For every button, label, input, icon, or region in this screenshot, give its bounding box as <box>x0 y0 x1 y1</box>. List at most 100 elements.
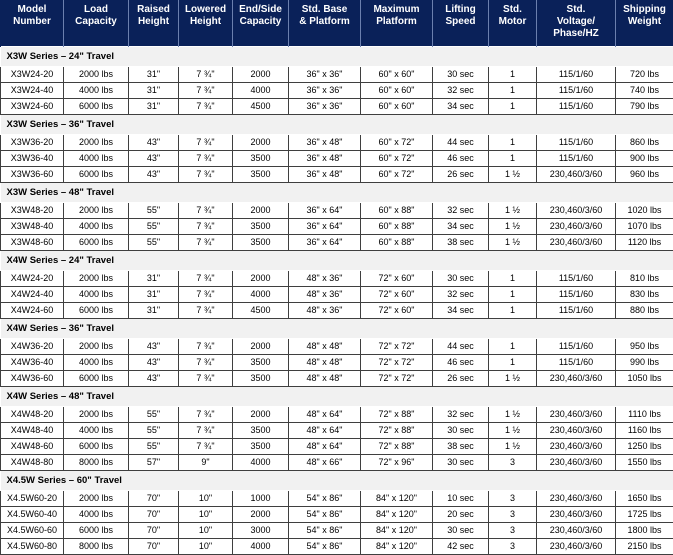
cell-load: 2000 lbs <box>64 203 129 219</box>
cell-base: 48" x 36" <box>289 271 361 287</box>
cell-base: 48" x 66" <box>289 455 361 471</box>
cell-maxplat: 72" x 72" <box>361 339 433 355</box>
cell-lowered: 7 ¾" <box>179 219 233 235</box>
column-header-motor: Std.Motor <box>489 0 537 47</box>
cell-load: 6000 lbs <box>64 99 129 115</box>
cell-motor: 1 ½ <box>489 423 537 439</box>
table-row: X4W48-808000 lbs57"9"400048" x 66"72" x … <box>1 455 673 471</box>
cell-model: X4.5W60-60 <box>1 523 64 539</box>
column-header-line: Std. <box>491 4 534 16</box>
cell-model: X4W24-60 <box>1 303 64 319</box>
cell-maxplat: 60" x 60" <box>361 67 433 83</box>
column-header-line: Maximum <box>363 4 430 16</box>
cell-base: 54" x 86" <box>289 507 361 523</box>
table-row: X3W48-606000 lbs55"7 ¾"350036" x 64"60" … <box>1 235 673 251</box>
cell-raised: 57" <box>129 455 179 471</box>
cell-load: 4000 lbs <box>64 423 129 439</box>
cell-lowered: 7 ¾" <box>179 407 233 423</box>
cell-raised: 43" <box>129 151 179 167</box>
cell-motor: 1 ½ <box>489 235 537 251</box>
column-header-endside: End/SideCapacity <box>233 0 289 47</box>
section-header-row: X4W Series – 48" Travel <box>1 387 673 407</box>
cell-endside: 3500 <box>233 151 289 167</box>
cell-speed: 30 sec <box>433 423 489 439</box>
cell-raised: 70" <box>129 491 179 507</box>
cell-base: 48" x 48" <box>289 355 361 371</box>
cell-speed: 46 sec <box>433 151 489 167</box>
cell-speed: 34 sec <box>433 99 489 115</box>
section-title: X3W Series – 48" Travel <box>1 183 673 203</box>
cell-maxplat: 72" x 60" <box>361 303 433 319</box>
cell-load: 2000 lbs <box>64 67 129 83</box>
table-row: X3W24-202000 lbs31"7 ¾"200036" x 36"60" … <box>1 67 673 83</box>
table-body: X3W Series – 24" TravelX3W24-202000 lbs3… <box>1 47 673 555</box>
cell-load: 2000 lbs <box>64 339 129 355</box>
cell-endside: 4000 <box>233 83 289 99</box>
cell-speed: 30 sec <box>433 67 489 83</box>
cell-endside: 2000 <box>233 507 289 523</box>
cell-endside: 3500 <box>233 371 289 387</box>
cell-base: 36" x 48" <box>289 151 361 167</box>
cell-motor: 1 ½ <box>489 371 537 387</box>
cell-base: 36" x 48" <box>289 135 361 151</box>
cell-endside: 3500 <box>233 439 289 455</box>
cell-motor: 3 <box>489 455 537 471</box>
cell-maxplat: 60" x 60" <box>361 99 433 115</box>
cell-weight: 1800 lbs <box>616 523 673 539</box>
cell-maxplat: 72" x 72" <box>361 371 433 387</box>
cell-voltage: 230,460/3/60 <box>537 455 616 471</box>
cell-endside: 3500 <box>233 355 289 371</box>
table-row: X4W48-606000 lbs55"7 ¾"350048" x 64"72" … <box>1 439 673 455</box>
cell-motor: 1 <box>489 135 537 151</box>
cell-base: 48" x 36" <box>289 303 361 319</box>
column-header-line: Weight <box>618 16 671 28</box>
cell-load: 6000 lbs <box>64 371 129 387</box>
table-row: X4.5W60-808000 lbs70"10"400054" x 86"84"… <box>1 539 673 555</box>
section-header-row: X3W Series – 48" Travel <box>1 183 673 203</box>
cell-maxplat: 84" x 120" <box>361 507 433 523</box>
cell-lowered: 7 ¾" <box>179 355 233 371</box>
cell-load: 4000 lbs <box>64 219 129 235</box>
cell-speed: 38 sec <box>433 439 489 455</box>
cell-endside: 4000 <box>233 455 289 471</box>
cell-voltage: 230,460/3/60 <box>537 235 616 251</box>
cell-model: X3W48-60 <box>1 235 64 251</box>
column-header-line: Platform <box>363 16 430 28</box>
cell-base: 48" x 64" <box>289 439 361 455</box>
cell-load: 6000 lbs <box>64 235 129 251</box>
cell-base: 48" x 48" <box>289 371 361 387</box>
cell-raised: 55" <box>129 407 179 423</box>
cell-voltage: 230,460/3/60 <box>537 407 616 423</box>
cell-model: X3W36-60 <box>1 167 64 183</box>
cell-voltage: 115/1/60 <box>537 99 616 115</box>
section-title: X3W Series – 36" Travel <box>1 115 673 135</box>
section-title: X4W Series – 24" Travel <box>1 251 673 271</box>
cell-load: 4000 lbs <box>64 355 129 371</box>
cell-endside: 2000 <box>233 203 289 219</box>
cell-motor: 3 <box>489 507 537 523</box>
cell-weight: 960 lbs <box>616 167 673 183</box>
cell-weight: 1650 lbs <box>616 491 673 507</box>
cell-model: X3W48-40 <box>1 219 64 235</box>
cell-voltage: 230,460/3/60 <box>537 203 616 219</box>
cell-maxplat: 60" x 88" <box>361 203 433 219</box>
cell-endside: 4000 <box>233 287 289 303</box>
cell-motor: 1 <box>489 83 537 99</box>
cell-weight: 1020 lbs <box>616 203 673 219</box>
table-row: X4.5W60-606000 lbs70"10"300054" x 86"84"… <box>1 523 673 539</box>
column-header-raised: RaisedHeight <box>129 0 179 47</box>
cell-voltage: 115/1/60 <box>537 135 616 151</box>
column-header-lowered: LoweredHeight <box>179 0 233 47</box>
cell-model: X4W36-60 <box>1 371 64 387</box>
cell-motor: 1 ½ <box>489 407 537 423</box>
table-row: X3W48-202000 lbs55"7 ¾"200036" x 64"60" … <box>1 203 673 219</box>
cell-raised: 31" <box>129 83 179 99</box>
cell-speed: 20 sec <box>433 507 489 523</box>
cell-load: 4000 lbs <box>64 287 129 303</box>
cell-base: 54" x 86" <box>289 491 361 507</box>
cell-speed: 38 sec <box>433 235 489 251</box>
cell-maxplat: 84" x 120" <box>361 539 433 555</box>
table-row: X4W36-202000 lbs43"7 ¾"200048" x 48"72" … <box>1 339 673 355</box>
cell-voltage: 115/1/60 <box>537 83 616 99</box>
cell-weight: 810 lbs <box>616 271 673 287</box>
